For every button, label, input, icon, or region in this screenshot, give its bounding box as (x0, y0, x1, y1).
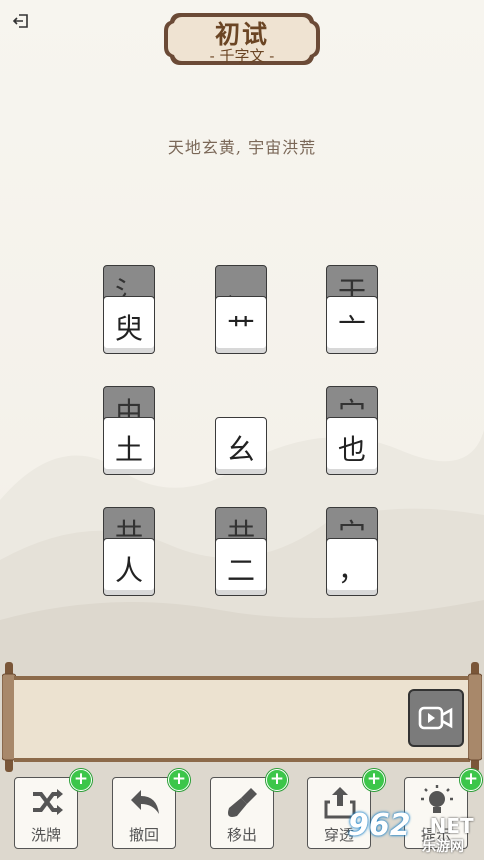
tile[interactable]: ， (326, 538, 378, 596)
tile[interactable]: 二 (215, 538, 267, 596)
undo-button[interactable]: 撤回 (112, 777, 176, 849)
add-undo-icon[interactable]: + (168, 769, 190, 791)
add-penetrate-icon[interactable]: + (363, 769, 385, 791)
add-remove-icon[interactable]: + (266, 769, 288, 791)
tile[interactable]: 人 (103, 538, 155, 596)
tile[interactable]: 艹 (215, 296, 267, 354)
shuffle-icon (33, 789, 63, 815)
tile-tray (14, 676, 470, 762)
scroll-rod-right (468, 662, 482, 772)
verse-text: 天地玄黄, 宇宙洪荒 (167, 138, 317, 157)
undo-icon (131, 790, 159, 814)
tile[interactable]: 幺 (215, 417, 267, 475)
shuffle-label: 洗牌 (30, 826, 61, 844)
tile[interactable]: 土 (103, 417, 155, 475)
watermark-text: 乐游网 (422, 839, 464, 855)
exit-icon[interactable] (12, 12, 30, 30)
site-watermark: 962 .NET 乐游网 (330, 808, 480, 856)
tile[interactable]: 也 (326, 417, 378, 475)
undo-label: 撤回 (128, 826, 159, 844)
video-ad-icon (418, 706, 453, 730)
watermark-number: 962 (348, 808, 411, 843)
tile[interactable]: 臾 (103, 296, 155, 354)
remove-label: 移出 (226, 826, 257, 844)
add-shuffle-icon[interactable]: + (70, 769, 92, 791)
remove-button[interactable]: 移出 (210, 777, 274, 849)
shuffle-button[interactable]: 洗牌 (14, 777, 78, 849)
tile[interactable]: 亠 (326, 296, 378, 354)
level-subtitle: - 千字文 - (209, 47, 275, 65)
watermark-net: .NET (422, 814, 474, 838)
video-ad-button[interactable] (408, 689, 464, 747)
add-hint-icon[interactable]: + (460, 769, 482, 791)
shovel-icon (228, 788, 257, 817)
title-plaque: 初试 - 千字文 - (162, 9, 322, 69)
